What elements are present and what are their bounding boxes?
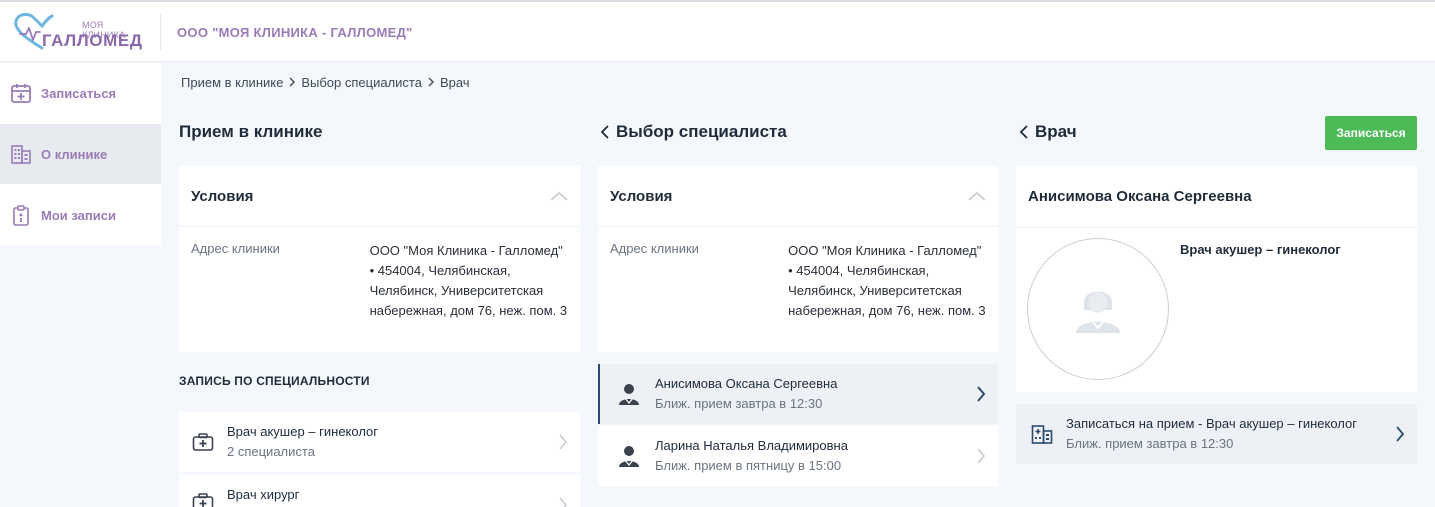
- doctor-profile-card: Врач акушер – гинеколог: [1016, 228, 1417, 392]
- address-label: Адрес клиники: [610, 241, 699, 256]
- specialty-item[interactable]: Врач акушер – гинеколог 2 специалиста: [179, 412, 580, 472]
- header: МОЯ КЛИНИКА ГАЛЛОМЕД ООО "МОЯ КЛИНИКА - …: [0, 2, 1435, 62]
- back-chevron-icon[interactable]: [1019, 125, 1029, 139]
- chevron-up-icon[interactable]: [550, 191, 568, 201]
- book-button[interactable]: Записаться: [1325, 116, 1417, 150]
- chevron-right-icon: [1395, 425, 1405, 443]
- clinic-logo[interactable]: МОЯ КЛИНИКА ГАЛЛОМЕД: [12, 10, 147, 56]
- sidebar-item-about[interactable]: О клинике: [0, 124, 161, 184]
- breadcrumb-item-clinic[interactable]: Прием в клинике: [181, 75, 283, 90]
- doctor-name: Ларина Наталья Владимировна: [655, 438, 848, 453]
- specialty-count: 2 специалиста: [227, 444, 315, 459]
- doctor-name-card: Анисимова Оксана Сергеевна: [1016, 166, 1417, 228]
- chevron-right-icon: [976, 385, 986, 403]
- sidebar-item-my-appointments[interactable]: Мои записи: [0, 185, 161, 245]
- chevron-right-icon: [976, 447, 986, 465]
- doctor-next-slot: Ближ. прием в пятницу в 15:00: [655, 458, 842, 473]
- organization-name: ООО "МОЯ КЛИНИКА - ГАЛЛОМЕД": [177, 25, 413, 40]
- specialty-title: Врач акушер – гинеколог: [227, 424, 379, 439]
- hospital-building-icon: [1030, 422, 1054, 446]
- conditions-card: Условия Адрес клиники ООО "Моя Клиника -…: [179, 166, 580, 352]
- column-title-text: Врач: [1035, 122, 1077, 141]
- conditions-title: Условия: [191, 187, 254, 205]
- column-title-specialist: Выбор специалиста: [600, 122, 787, 142]
- specialty-title: Врач хирург: [227, 487, 300, 502]
- sidebar: Записаться О клинике Мои записи: [0, 63, 161, 245]
- doctor-avatar-icon: [617, 382, 641, 406]
- calendar-plus-icon: [10, 82, 32, 104]
- conditions-card: Условия Адрес клиники ООО "Моя Клиника -…: [598, 166, 998, 352]
- column-title-doctor: Врач: [1019, 122, 1077, 142]
- chevron-right-icon: [558, 433, 568, 451]
- breadcrumb: Прием в клинике Выбор специалиста Врач: [181, 75, 470, 90]
- doctor-next-slot: Ближ. прием завтра в 12:30: [655, 396, 823, 411]
- column-title-clinic: Прием в клинике: [179, 122, 322, 142]
- sidebar-item-label: Мои записи: [41, 207, 116, 223]
- address-value: ООО "Моя Клиника - Галломед" • 454004, Ч…: [788, 243, 986, 318]
- address-value: ООО "Моя Клиника - Галломед" • 454004, Ч…: [369, 243, 568, 318]
- doctor-item-selected[interactable]: Анисимова Оксана Сергеевна Ближ. прием з…: [598, 364, 998, 424]
- doctor-name: Анисимова Оксана Сергеевна: [655, 376, 838, 391]
- chevron-up-icon[interactable]: [968, 191, 986, 201]
- medkit-icon: [191, 430, 215, 454]
- chevron-right-icon: [288, 75, 296, 90]
- specialty-section-caption: ЗАПИСЬ ПО СПЕЦИАЛЬНОСТИ: [179, 374, 370, 388]
- medkit-icon: [191, 490, 215, 507]
- doctor-photo-placeholder: [1027, 238, 1169, 380]
- sidebar-item-label: О клинике: [41, 146, 108, 162]
- page-title: Прием в клинике: [179, 122, 323, 141]
- back-chevron-icon[interactable]: [600, 125, 610, 139]
- clipboard-icon: [10, 204, 32, 226]
- doctor-specialty: Врач акушер – гинеколог: [1180, 242, 1341, 257]
- doctor-avatar-icon: [617, 444, 641, 468]
- chevron-right-icon: [558, 496, 568, 507]
- header-divider: [160, 14, 161, 50]
- chevron-right-icon: [427, 75, 435, 90]
- logo-title: ГАЛЛОМЕД: [42, 31, 143, 50]
- appointment-item[interactable]: Записаться на прием - Врач акушер – гине…: [1016, 404, 1417, 464]
- address-label: Адрес клиники: [191, 241, 280, 256]
- appointment-title: Записаться на прием - Врач акушер – гине…: [1066, 416, 1358, 431]
- breadcrumb-item-specialist[interactable]: Выбор специалиста: [301, 75, 422, 90]
- column-title-text: Выбор специалиста: [616, 122, 787, 141]
- appointment-next-slot: Ближ. прием завтра в 12:30: [1066, 436, 1234, 451]
- sidebar-item-book[interactable]: Записаться: [0, 63, 161, 123]
- specialty-item[interactable]: Врач хирург: [179, 475, 580, 507]
- doctor-item[interactable]: Ларина Наталья Владимировна Ближ. прием …: [598, 426, 998, 486]
- conditions-title: Условия: [610, 187, 673, 205]
- doctor-full-name: Анисимова Оксана Сергеевна: [1028, 188, 1252, 205]
- breadcrumb-item-doctor: Врач: [439, 75, 470, 90]
- sidebar-item-label: Записаться: [41, 85, 117, 101]
- doctor-placeholder-icon: [1076, 291, 1120, 333]
- building-icon: [10, 143, 32, 165]
